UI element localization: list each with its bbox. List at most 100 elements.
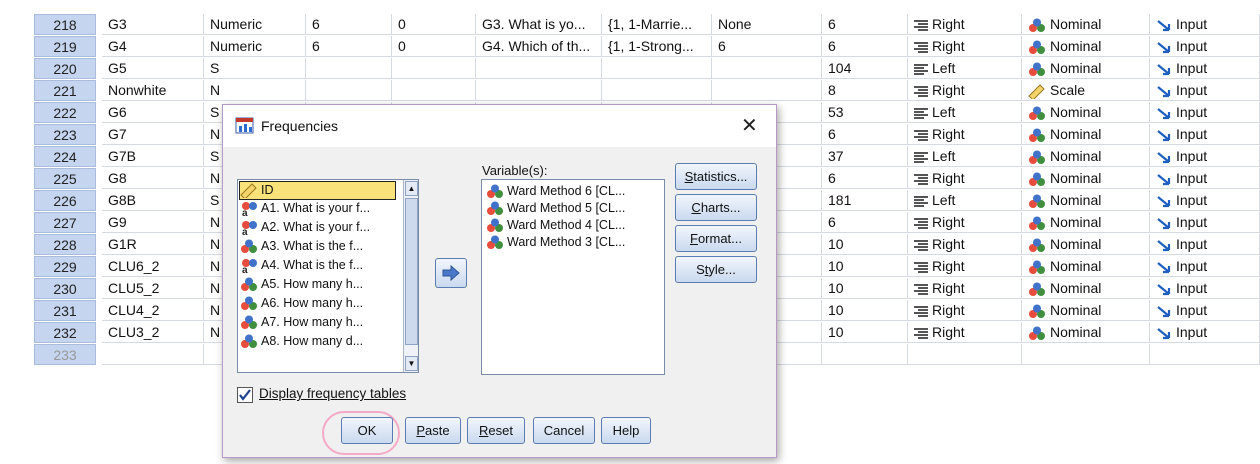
scroll-thumb[interactable] bbox=[405, 198, 418, 345]
cell-measure[interactable]: Nominal bbox=[1022, 146, 1150, 167]
cell-measure[interactable]: Nominal bbox=[1022, 322, 1150, 343]
cell-align[interactable]: Right bbox=[908, 14, 1022, 35]
row-number[interactable]: 230 bbox=[34, 278, 96, 299]
cell-columns[interactable]: 10 bbox=[822, 322, 908, 343]
list-item[interactable]: A8. How many d... bbox=[240, 333, 400, 350]
cell-label[interactable] bbox=[476, 80, 602, 101]
cell-type[interactable]: Numeric bbox=[204, 36, 306, 57]
cell-role[interactable]: Input bbox=[1150, 234, 1260, 255]
cell-name[interactable]: G7B bbox=[102, 146, 204, 167]
cell-role[interactable]: Input bbox=[1150, 168, 1260, 189]
row-number[interactable]: 218 bbox=[34, 14, 96, 35]
close-icon[interactable]: ✕ bbox=[741, 113, 758, 138]
cell-columns[interactable]: 53 bbox=[822, 102, 908, 123]
cancel-button[interactable]: Cancel bbox=[533, 417, 595, 444]
cell-role[interactable]: Input bbox=[1150, 300, 1260, 321]
cell-name[interactable]: G6 bbox=[102, 102, 204, 123]
list-item[interactable]: Ward Method 3 [CL... bbox=[486, 234, 625, 251]
row-number[interactable]: 231 bbox=[34, 300, 96, 321]
row-number[interactable]: 228 bbox=[34, 234, 96, 255]
statistics-button[interactable]: Statistics... bbox=[675, 163, 757, 190]
cell-name[interactable]: G3 bbox=[102, 14, 204, 35]
row-number[interactable]: 221 bbox=[34, 80, 96, 101]
row-number[interactable]: 225 bbox=[34, 168, 96, 189]
cell-align[interactable]: Right bbox=[908, 36, 1022, 57]
cell-role[interactable]: Input bbox=[1150, 190, 1260, 211]
cell-align[interactable]: Right bbox=[908, 212, 1022, 233]
cell-values[interactable]: {1, 1-Strong... bbox=[602, 36, 712, 57]
cell-measure[interactable]: Nominal bbox=[1022, 168, 1150, 189]
cell-name[interactable]: G4 bbox=[102, 36, 204, 57]
list-item[interactable]: a A4. What is the f... bbox=[240, 257, 400, 276]
row-number[interactable]: 222 bbox=[34, 102, 96, 123]
cell-columns[interactable]: 104 bbox=[822, 58, 908, 79]
list-item[interactable]: A3. What is the f... bbox=[240, 238, 400, 255]
style-button[interactable]: Style... bbox=[675, 256, 757, 283]
cell-label[interactable]: G3. What is yo... bbox=[476, 14, 602, 35]
cell-align[interactable]: Right bbox=[908, 300, 1022, 321]
cell-align[interactable]: Left bbox=[908, 146, 1022, 167]
cell-columns[interactable]: 6 bbox=[822, 36, 908, 57]
list-item[interactable]: Ward Method 4 [CL... bbox=[486, 217, 625, 234]
cell-missing[interactable] bbox=[712, 80, 822, 101]
help-button[interactable]: Help bbox=[601, 417, 651, 444]
selected-variables-list[interactable]: Ward Method 6 [CL... Ward Method 5 [CL...… bbox=[481, 179, 665, 375]
cell-role[interactable]: Input bbox=[1150, 36, 1260, 57]
cell-width[interactable] bbox=[306, 80, 392, 101]
cell-name[interactable]: G8B bbox=[102, 190, 204, 211]
cell-columns[interactable]: 10 bbox=[822, 256, 908, 277]
cell-name[interactable]: CLU5_2 bbox=[102, 278, 204, 299]
cell-values[interactable]: {1, 1-Marrie... bbox=[602, 14, 712, 35]
cell-columns[interactable]: 6 bbox=[822, 14, 908, 35]
cell-type[interactable]: S bbox=[204, 58, 306, 79]
row-number[interactable]: 229 bbox=[34, 256, 96, 277]
cell-role[interactable]: Input bbox=[1150, 124, 1260, 145]
row-number[interactable]: 227 bbox=[34, 212, 96, 233]
cell-align[interactable]: Right bbox=[908, 278, 1022, 299]
cell-align[interactable] bbox=[908, 344, 1022, 365]
cell-role[interactable]: Input bbox=[1150, 256, 1260, 277]
row-number[interactable]: 226 bbox=[34, 190, 96, 211]
cell-type[interactable]: Numeric bbox=[204, 14, 306, 35]
scroll-down-arrow[interactable]: ▼ bbox=[405, 356, 418, 371]
cell-values[interactable] bbox=[602, 58, 712, 79]
cell-measure[interactable] bbox=[1022, 344, 1150, 365]
row-number[interactable]: 223 bbox=[34, 124, 96, 145]
list-item[interactable]: a A2. What is your f... bbox=[240, 219, 400, 238]
list-item[interactable]: Ward Method 5 [CL... bbox=[486, 200, 625, 217]
cell-label[interactable] bbox=[476, 58, 602, 79]
paste-button[interactable]: Paste bbox=[405, 417, 461, 444]
cell-name[interactable] bbox=[102, 344, 204, 365]
cell-decimals[interactable]: 0 bbox=[392, 36, 476, 57]
cell-measure[interactable]: Nominal bbox=[1022, 36, 1150, 57]
move-to-variables-button[interactable] bbox=[435, 258, 467, 288]
cell-width[interactable]: 6 bbox=[306, 14, 392, 35]
cell-columns[interactable]: 181 bbox=[822, 190, 908, 211]
cell-missing[interactable] bbox=[712, 58, 822, 79]
cell-width[interactable]: 6 bbox=[306, 36, 392, 57]
cell-role[interactable]: Input bbox=[1150, 80, 1260, 101]
cell-columns[interactable]: 8 bbox=[822, 80, 908, 101]
list-item[interactable]: a A1. What is your f... bbox=[240, 200, 400, 219]
cell-role[interactable]: Input bbox=[1150, 58, 1260, 79]
cell-align[interactable]: Left bbox=[908, 58, 1022, 79]
cell-columns[interactable]: 10 bbox=[822, 234, 908, 255]
display-frequency-tables-checkbox[interactable] bbox=[237, 387, 253, 403]
list-item[interactable]: Ward Method 6 [CL... bbox=[486, 183, 625, 200]
cell-role[interactable]: Input bbox=[1150, 102, 1260, 123]
cell-name[interactable]: CLU4_2 bbox=[102, 300, 204, 321]
charts-button[interactable]: Charts... bbox=[675, 194, 757, 221]
row-number[interactable]: 233 bbox=[34, 344, 96, 365]
cell-columns[interactable]: 37 bbox=[822, 146, 908, 167]
cell-measure[interactable]: Scale bbox=[1022, 80, 1150, 101]
cell-columns[interactable]: 6 bbox=[822, 124, 908, 145]
source-variable-list[interactable]: ID a A1. What is your f... a A2. What is you… bbox=[237, 179, 419, 373]
cell-role[interactable]: Input bbox=[1150, 278, 1260, 299]
cell-measure[interactable]: Nominal bbox=[1022, 124, 1150, 145]
row-number[interactable]: 232 bbox=[34, 322, 96, 343]
list-item[interactable]: A5. How many h... bbox=[240, 276, 400, 293]
scroll-up-arrow[interactable]: ▲ bbox=[405, 181, 418, 196]
row-number[interactable]: 219 bbox=[34, 36, 96, 57]
cell-columns[interactable]: 6 bbox=[822, 168, 908, 189]
cell-role[interactable]: Input bbox=[1150, 212, 1260, 233]
